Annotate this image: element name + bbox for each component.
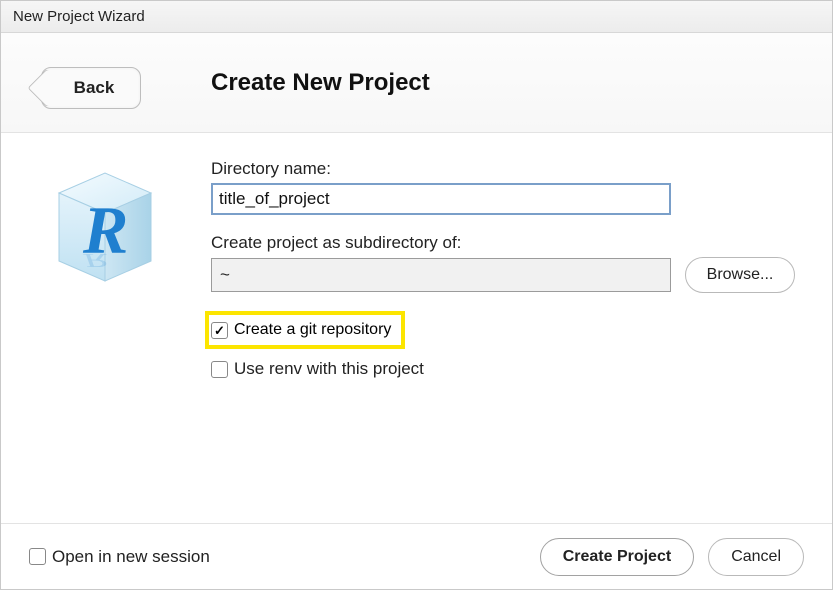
form-column: Directory name: Create project as subdir…	[211, 157, 802, 523]
git-checkbox-highlight: Create a git repository	[205, 311, 405, 349]
window-titlebar: New Project Wizard	[1, 1, 832, 33]
directory-name-label: Directory name:	[211, 159, 802, 179]
wizard-header: Back Create New Project	[1, 33, 832, 133]
wizard-footer: Open in new session Create Project Cance…	[1, 523, 832, 589]
window-title: New Project Wizard	[13, 8, 145, 25]
page-title: Create New Project	[211, 69, 430, 97]
back-button-label: Back	[74, 78, 115, 98]
subdirectory-label: Create project as subdirectory of:	[211, 233, 802, 253]
create-project-button[interactable]: Create Project	[540, 538, 695, 576]
icon-column: R R	[41, 157, 211, 523]
wizard-body: R R Directory name: Create project as su…	[1, 133, 832, 523]
open-new-session-checkbox[interactable]	[29, 548, 46, 565]
cancel-button[interactable]: Cancel	[708, 538, 804, 576]
subdirectory-input[interactable]	[211, 258, 671, 292]
browse-button[interactable]: Browse...	[685, 257, 795, 293]
svg-text:R: R	[82, 250, 108, 272]
new-project-wizard-window: New Project Wizard Back Create New Proje…	[0, 0, 833, 590]
renv-checkbox-label: Use renv with this project	[234, 359, 424, 379]
git-checkbox-label: Create a git repository	[234, 321, 391, 339]
r-logo-icon: R R	[41, 163, 169, 291]
git-checkbox[interactable]	[211, 322, 228, 339]
directory-name-input[interactable]	[211, 183, 671, 215]
renv-checkbox[interactable]	[211, 361, 228, 378]
open-new-session-label: Open in new session	[52, 547, 210, 567]
back-button[interactable]: Back	[41, 67, 141, 109]
